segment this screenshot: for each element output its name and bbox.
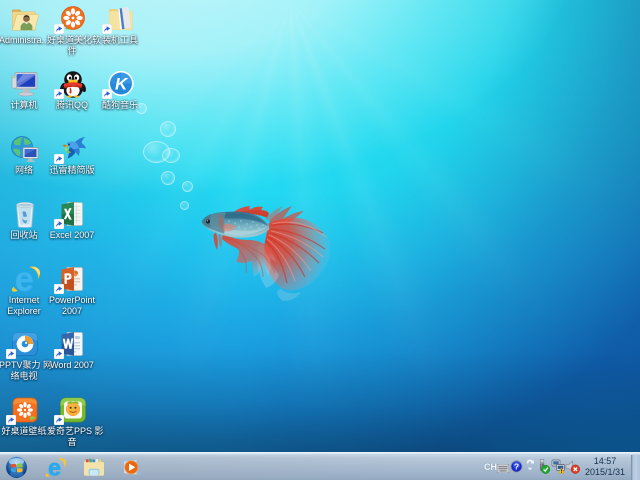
svg-text:K: K <box>115 75 129 94</box>
svg-text:e: e <box>15 265 34 293</box>
svg-text:?: ? <box>514 462 519 472</box>
svg-text:e: e <box>48 457 61 478</box>
